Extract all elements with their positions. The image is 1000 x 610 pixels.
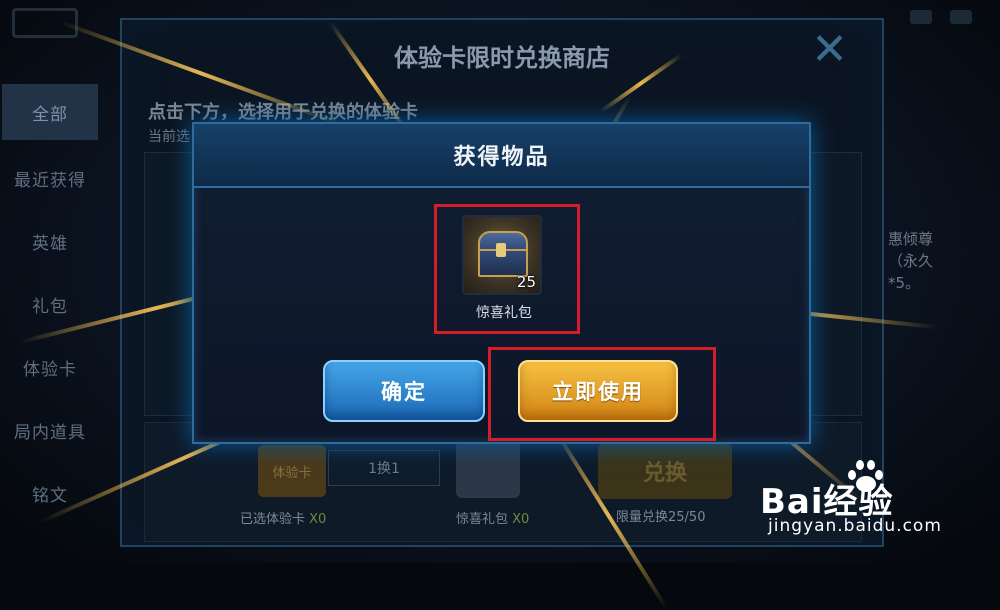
limit-text: 限量兑换25/50 (616, 510, 706, 525)
reward-label: 惊喜礼包 X0 (456, 512, 530, 527)
shop-subtext: 当前选 (148, 129, 190, 145)
close-icon[interactable]: ✕ (811, 28, 848, 72)
exchange-button[interactable]: 兑换 (598, 443, 732, 499)
sidebar-item-recent[interactable]: 最近获得 (0, 150, 100, 206)
dialog-header: 获得物品 (194, 124, 809, 188)
trial-card-icon[interactable]: 体验卡 (258, 445, 326, 497)
dialog-title: 获得物品 (453, 145, 550, 170)
wifi-icon (910, 10, 932, 24)
sidebar-item-all[interactable]: 全部 (2, 84, 98, 140)
watermark-url: jingyan.baidu.com (768, 516, 942, 536)
chest-graphic (476, 231, 528, 277)
sidebar: 全部 最近获得 英雄 礼包 体验卡 局内道具 铭文 (0, 80, 100, 563)
item-count: 25 (516, 273, 536, 291)
use-now-button[interactable]: 立即使用 (518, 360, 678, 422)
selected-card-label: 已选体验卡 X0 (240, 512, 327, 527)
baidu-jingyan-watermark: Bai经验 jingyan.baidu.com (760, 458, 990, 548)
sidebar-item-ingame-items[interactable]: 局内道具 (0, 402, 100, 458)
reward-description: 惠倾尊（永久*5。 (888, 230, 934, 292)
shop-title: 体验卡限时兑换商店 (394, 44, 610, 72)
sidebar-item-trial-card[interactable]: 体验卡 (0, 339, 100, 395)
confirm-button[interactable]: 确定 (323, 360, 485, 422)
sidebar-item-hero[interactable]: 英雄 (0, 213, 100, 269)
reward-chest-icon (456, 440, 520, 498)
treasure-chest-icon[interactable]: 25 (462, 215, 542, 295)
exchange-ratio: 1换1 (328, 450, 440, 486)
item-name: 惊喜礼包 (476, 305, 532, 321)
sidebar-item-inscription[interactable]: 铭文 (0, 465, 100, 521)
battery-icon (950, 10, 972, 24)
